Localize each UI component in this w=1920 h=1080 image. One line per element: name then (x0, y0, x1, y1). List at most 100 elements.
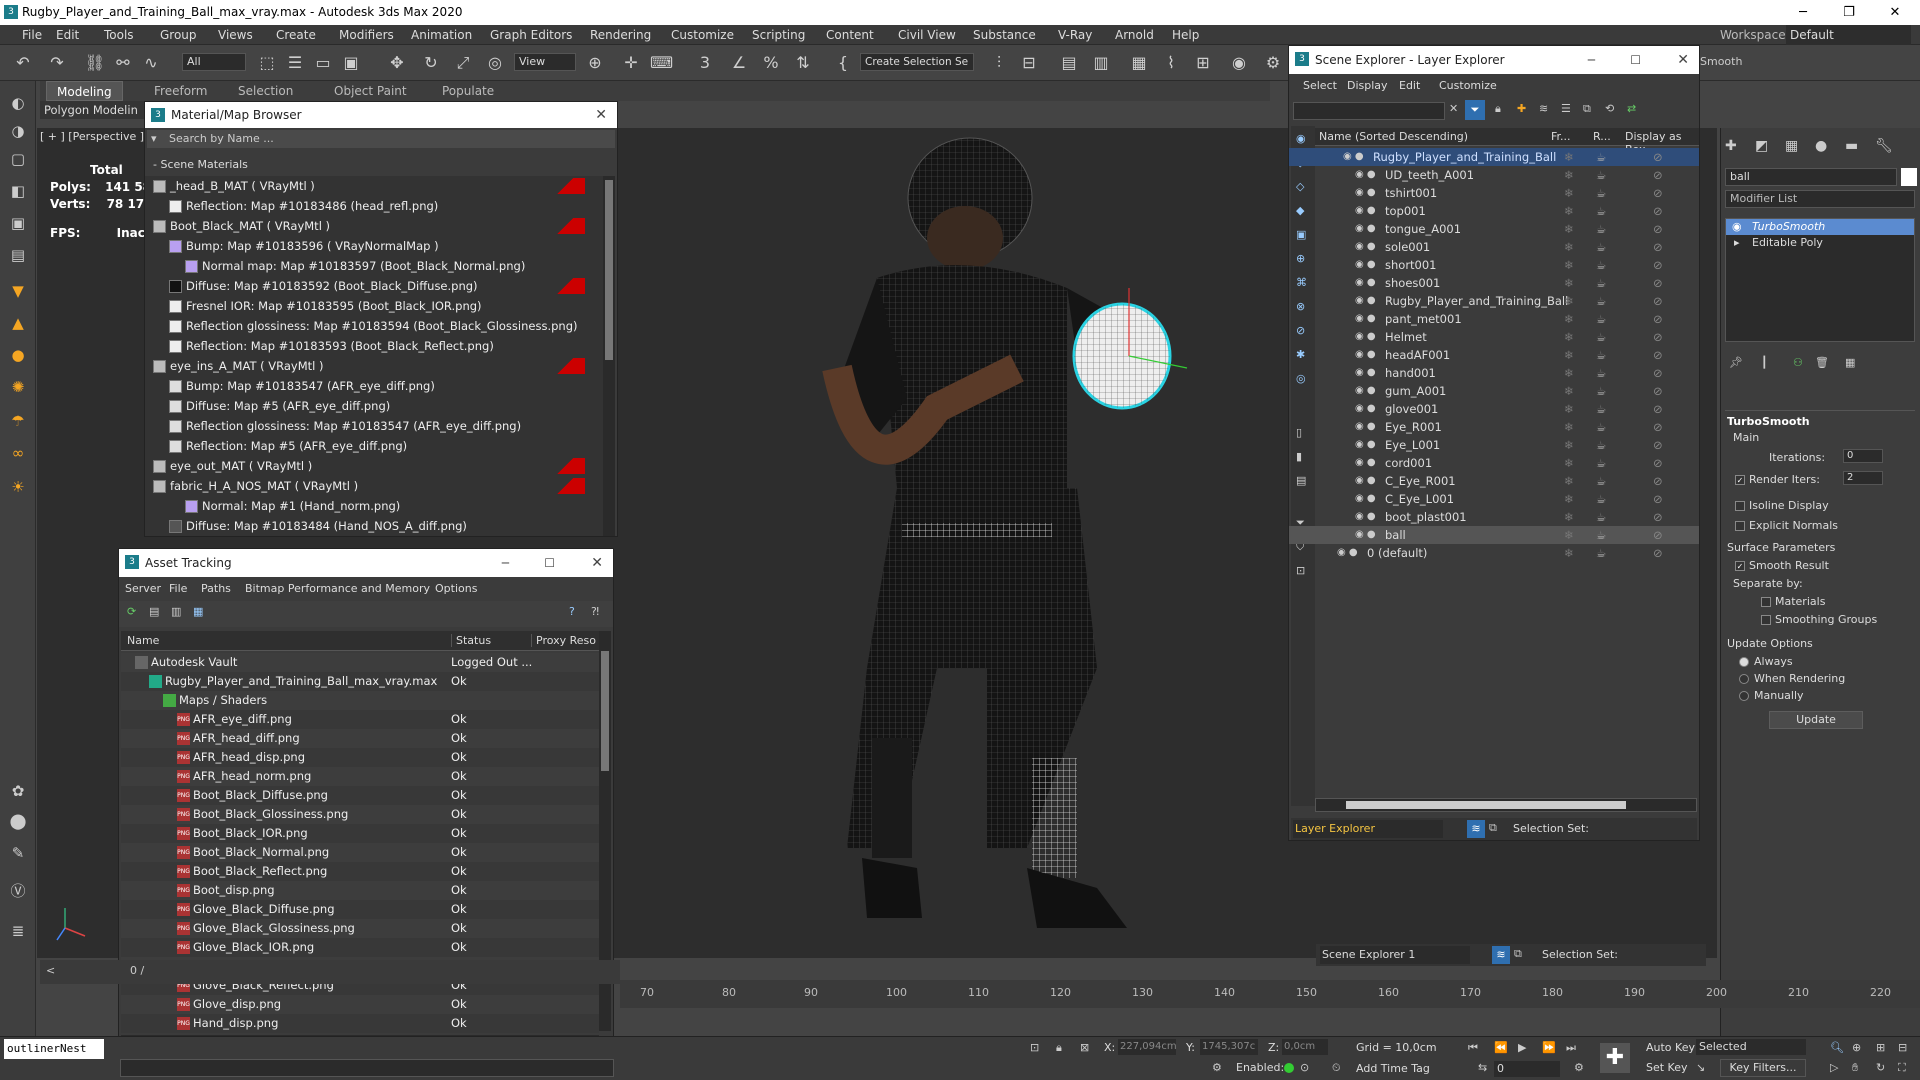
asset-row[interactable]: PNG AFR_head_norm.png Ok (121, 767, 599, 786)
asset-row[interactable]: PNG Boot_Black_Reflect.png Ok (121, 862, 599, 881)
rect-selection-icon[interactable]: ▭ (312, 52, 334, 74)
undo-icon[interactable]: ↶ (12, 52, 34, 74)
close-icon[interactable]: ✕ (591, 549, 603, 577)
freeze-icon[interactable]: ❄ (1564, 202, 1574, 220)
visibility-icon[interactable]: ◉ ● (1355, 166, 1376, 184)
menu-group[interactable]: Group (160, 25, 197, 45)
update-button[interactable]: Update (1769, 711, 1863, 729)
hierarchy-tab-icon[interactable]: ▦ (1785, 138, 1798, 154)
scene-object-row[interactable]: ◉ ● gum_A001 ❄ ☕ ⊘ (1289, 382, 1699, 400)
freeze-icon[interactable]: ❄ (1564, 490, 1574, 508)
create-icon[interactable]: ◐ (8, 93, 28, 113)
col-status[interactable]: Status (451, 634, 491, 647)
scene-object-row[interactable]: ◉ ● UD_teeth_A001 ❄ ☕ ⊘ (1289, 166, 1699, 184)
col-name[interactable]: Name (127, 634, 159, 647)
render-icon[interactable]: ☕ (1596, 490, 1606, 508)
visibility-icon[interactable]: ◉ ● (1355, 526, 1376, 544)
scene-explorer-search-input[interactable] (1293, 102, 1445, 120)
edit-named-sets-icon[interactable]: { (832, 52, 854, 74)
visibility-icon[interactable]: ◉ ● (1355, 400, 1376, 418)
render-setup-icon[interactable]: ⚙ (1262, 52, 1284, 74)
layer-tools-icon[interactable]: ☰ (1561, 102, 1571, 115)
material-editor-icon[interactable]: ◉ (1228, 52, 1250, 74)
menu-customize[interactable]: Customize (671, 25, 734, 45)
freeze-icon[interactable]: ❄ (1564, 454, 1574, 472)
paint-icon[interactable]: ✎ (8, 843, 28, 863)
display-as-box-icon[interactable]: ⊘ (1653, 184, 1663, 202)
menu-edit[interactable]: Edit (56, 25, 79, 45)
sync-icon[interactable]: ⟲ (1605, 102, 1614, 115)
x-coordinate-input[interactable]: 227,094cm (1118, 1039, 1177, 1055)
asset-row[interactable]: PNG AFR_head_disp.png Ok (121, 748, 599, 767)
col-proxy[interactable]: Proxy Reso (531, 634, 596, 647)
asset-row[interactable]: PNG Glove_Black_Glossiness.png Ok (121, 919, 599, 938)
pivot-icon[interactable]: ⊕ (584, 52, 606, 74)
visibility-icon[interactable]: ◉ ● (1355, 310, 1376, 328)
modifier-list-dropdown[interactable]: Modifier List (1725, 190, 1915, 208)
always-radio[interactable] (1739, 657, 1749, 667)
col-render[interactable]: R... (1593, 130, 1611, 143)
render-icon[interactable]: ☕ (1596, 526, 1606, 544)
scene-object-row[interactable]: ◉ ● Helmet ❄ ☕ ⊘ (1289, 328, 1699, 346)
display-as-box-icon[interactable]: ⊘ (1653, 148, 1663, 166)
visibility-icon[interactable]: ◉ ● (1355, 508, 1376, 526)
display-as-box-icon[interactable]: ⊘ (1653, 238, 1663, 256)
motion-tab-icon[interactable]: ● (1815, 138, 1827, 154)
visibility-icon[interactable]: ◉ ● (1355, 220, 1376, 238)
zoom-all-icon[interactable]: ⊕ (1852, 1041, 1861, 1054)
display-as-box-icon[interactable]: ⊘ (1653, 292, 1663, 310)
freeze-icon[interactable]: ❄ (1564, 274, 1574, 292)
visibility-icon[interactable]: ◉ ● (1355, 364, 1376, 382)
list-view-icon[interactable]: ▤ (149, 605, 159, 618)
material-row[interactable]: eye_out_MAT ( VRayMtl ) (153, 456, 603, 476)
schematic-view-icon[interactable]: ⊞ (1192, 52, 1214, 74)
vray-icon[interactable]: Ⓥ (8, 881, 28, 901)
curve-editor-icon[interactable]: ⌇ (1160, 52, 1182, 74)
freeze-icon[interactable]: ❄ (1564, 220, 1574, 238)
visibility-icon[interactable]: ◉ ● (1337, 544, 1358, 562)
populate-icon[interactable]: ✿ (8, 781, 28, 801)
table-view-icon[interactable]: ▥ (171, 605, 181, 618)
menu-content[interactable]: Content (826, 25, 874, 45)
hierarchy-icon[interactable]: ▢ (8, 149, 28, 169)
select-object-icon[interactable]: ⬚ (256, 52, 278, 74)
prompt-line[interactable] (120, 1059, 614, 1077)
time-slider[interactable]: < 0 / (40, 960, 620, 984)
display-as-box-icon[interactable]: ⊘ (1653, 220, 1663, 238)
scene-object-row[interactable]: ◉ ● shoes001 ❄ ☕ ⊘ (1289, 274, 1699, 292)
unlink-icon[interactable]: ⚯ (112, 52, 134, 74)
render-icon[interactable]: ☕ (1596, 400, 1606, 418)
visibility-icon[interactable]: ◉ ● (1355, 382, 1376, 400)
scale-icon[interactable]: ⤢ (452, 52, 474, 74)
pin-stack-icon[interactable]: 📌︎ (1729, 356, 1743, 369)
display-as-box-icon[interactable]: ⊘ (1653, 508, 1663, 526)
asset-row[interactable]: PNG Boot_Black_Diffuse.png Ok (121, 786, 599, 805)
menu-help[interactable]: Help (1172, 25, 1199, 45)
named-selection-dropdown[interactable]: Create Selection Se (860, 53, 974, 71)
scene-object-row[interactable]: ◉ ● sole001 ❄ ☕ ⊘ (1289, 238, 1699, 256)
asset-row[interactable]: PNG AFR_head_diff.png Ok (121, 729, 599, 748)
menu-animation[interactable]: Animation (411, 25, 472, 45)
hierarchy-toggle-icon[interactable]: ⧉ (1489, 821, 1497, 835)
render-icon[interactable]: ☕ (1596, 328, 1606, 346)
scene-explorer-dropdown[interactable]: Scene Explorer 1 (1320, 946, 1470, 964)
close-button[interactable]: ✕ (1872, 0, 1918, 25)
menu-civil-view[interactable]: Civil View (898, 25, 956, 45)
menu-tools[interactable]: Tools (104, 25, 134, 45)
redo-icon[interactable]: ↷ (46, 52, 68, 74)
filter-icon[interactable]: ⏷ (1465, 100, 1485, 120)
modify-icon[interactable]: ◑ (8, 121, 28, 141)
scene-object-row[interactable]: ◉ ● C_Eye_R001 ❄ ☕ ⊘ (1289, 472, 1699, 490)
scene-object-row[interactable]: ◉ ● cord001 ❄ ☕ ⊘ (1289, 454, 1699, 472)
material-row[interactable]: Diffuse: Map #5 (AFR_eye_diff.png) (169, 396, 603, 416)
display-as-box-icon[interactable]: ⊘ (1653, 472, 1663, 490)
asset-row[interactable]: PNG Glove_Black_IOR.png Ok (121, 938, 599, 957)
time-config-icon[interactable]: ⚙ (1574, 1061, 1584, 1074)
display-as-box-icon[interactable]: ⊘ (1653, 490, 1663, 508)
scene-explorer-icon[interactable]: ▤ (1058, 52, 1080, 74)
grid-view-icon[interactable]: ▦ (193, 605, 203, 618)
hierarchy-toggle-icon[interactable]: ⧉ (1514, 947, 1522, 961)
timeline-ruler[interactable]: 70 80 90 100 110 120 130 140 150 160 170 180 190 200 2… (620, 980, 1920, 1008)
create-tab-icon[interactable]: ✚ (1725, 138, 1737, 154)
asset-row[interactable]: PNG Hand_disp.png Ok (121, 1014, 599, 1033)
